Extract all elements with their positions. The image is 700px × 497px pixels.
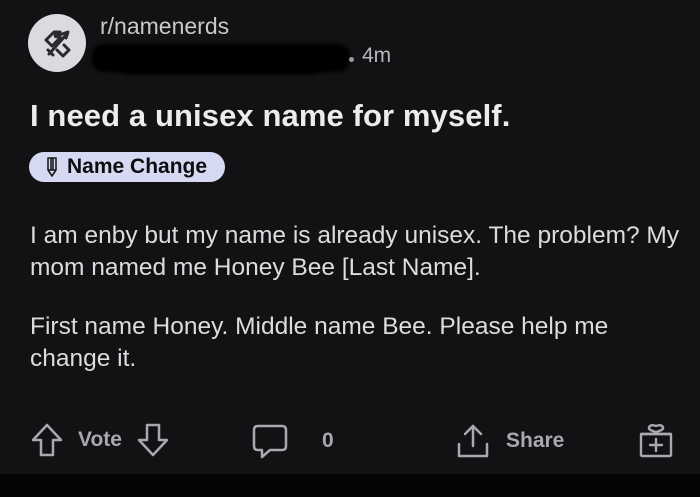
bottom-divider	[0, 474, 700, 497]
post-body: I am enby but my name is already unisex.…	[30, 220, 680, 402]
comment-count: 0	[322, 429, 334, 452]
comment-icon	[252, 424, 288, 459]
upvote-icon[interactable]	[30, 422, 64, 458]
body-paragraph: First name Honey. Middle name Bee. Pleas…	[30, 313, 609, 372]
pencil-icon	[47, 157, 57, 177]
flair-label: Name Change	[67, 155, 208, 178]
gift-icon	[639, 424, 673, 458]
post-flair[interactable]: Name Change	[29, 152, 226, 182]
share-label: Share	[506, 429, 565, 452]
name-tag-icon	[44, 30, 71, 58]
redacted-username-shadow	[120, 62, 320, 74]
downvote-icon[interactable]	[136, 422, 170, 458]
vote-group: Vote	[30, 422, 170, 458]
comment-button[interactable]: 0	[250, 422, 334, 460]
post-time: 4m	[362, 44, 392, 67]
subreddit-name[interactable]: r/namenerds	[100, 13, 229, 40]
separator-dot	[349, 57, 354, 62]
post-title[interactable]: I need a unisex name for myself.	[30, 98, 510, 134]
award-button[interactable]	[637, 422, 675, 460]
share-icon	[457, 424, 489, 458]
share-button[interactable]: Share	[454, 422, 564, 460]
body-paragraph: I am enby but my name is already unisex.…	[30, 222, 680, 281]
post-card: r/namenerds 4m I need a unisex name for …	[0, 0, 700, 474]
subreddit-avatar[interactable]	[28, 14, 86, 72]
vote-label: Vote	[78, 428, 122, 451]
